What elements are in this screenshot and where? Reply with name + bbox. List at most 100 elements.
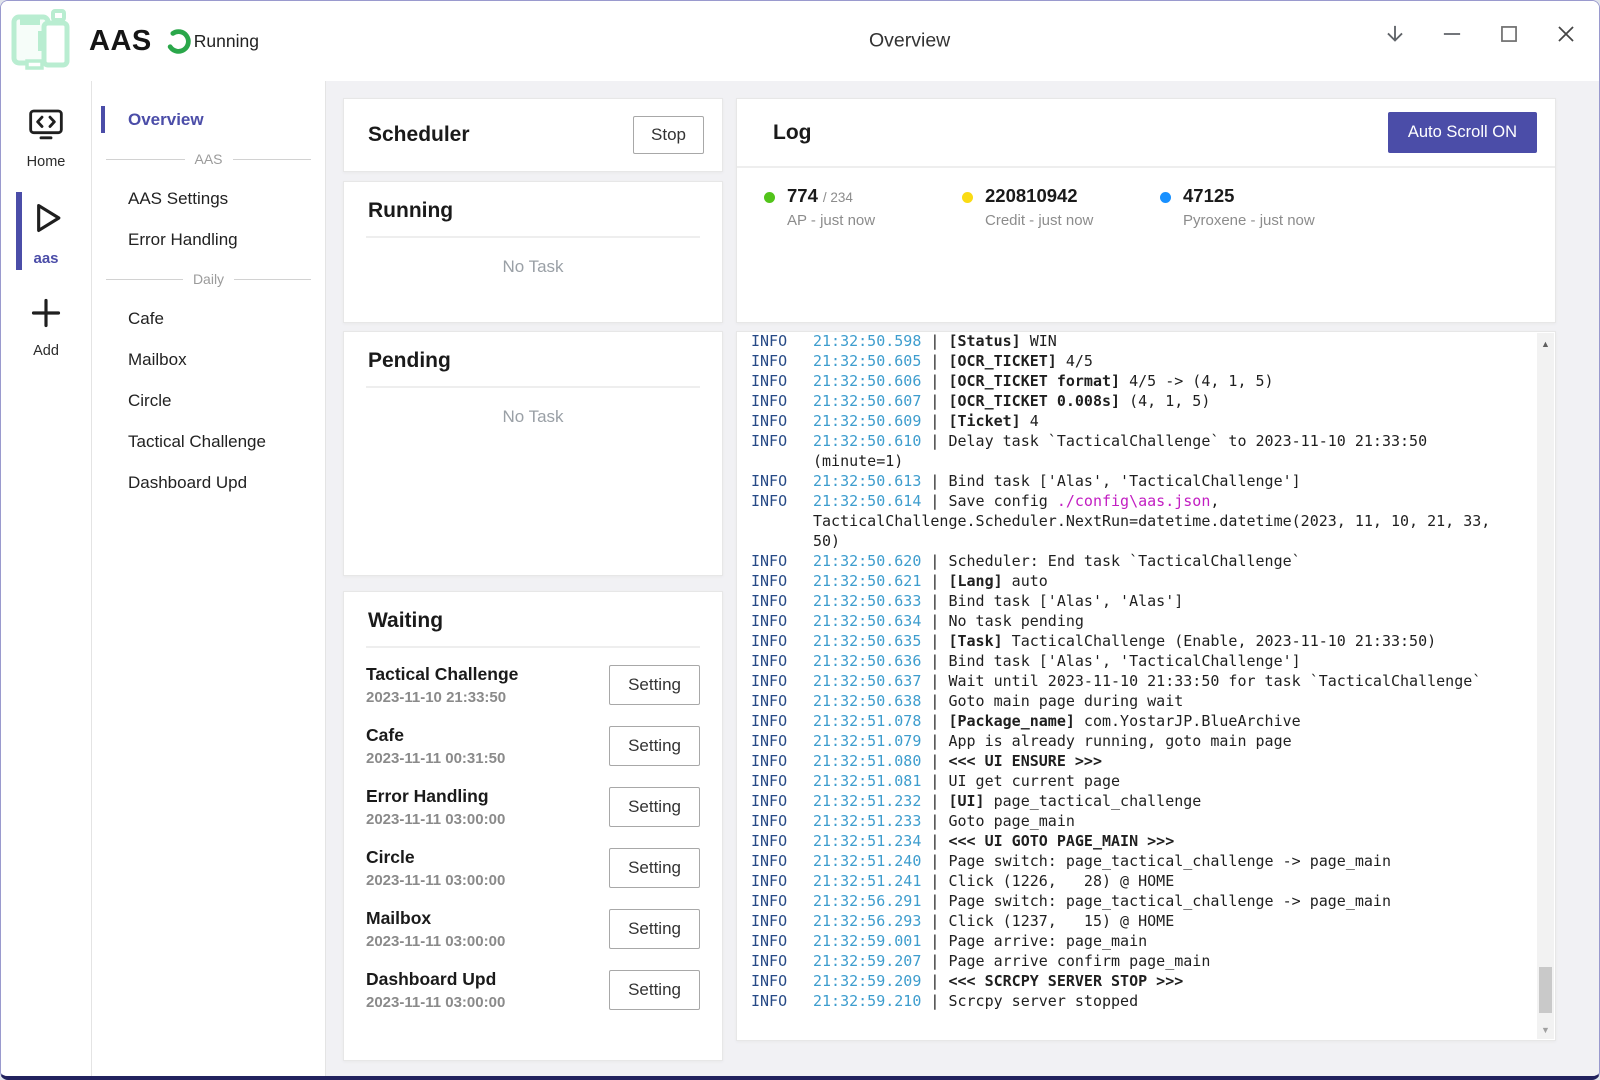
main-content: Scheduler Stop Running No Task Pending N…: [326, 81, 1599, 1076]
task-setting-button[interactable]: Setting: [609, 970, 700, 1010]
task-name: Error Handling: [366, 786, 505, 807]
log-entry: INFO21:32:50.635 | [Task] TacticalChalle…: [751, 631, 1497, 651]
log-entry: INFO21:32:50.607 | [OCR_TICKET 0.008s] (…: [751, 391, 1497, 411]
waiting-title: Waiting: [344, 592, 722, 646]
running-title: Running: [344, 182, 722, 236]
log-timestamp: 21:32:51.234: [813, 832, 921, 850]
log-level: INFO: [751, 591, 813, 611]
task-setting-button[interactable]: Setting: [609, 665, 700, 705]
log-title: Log: [773, 121, 811, 145]
waiting-task-list: Tactical Challenge 2023-11-10 21:33:50 Set…: [344, 648, 722, 1020]
log-scrollbar[interactable]: ▲ ▼: [1537, 333, 1554, 1039]
log-entry: INFO21:32:59.210 | Scrcpy server stopped: [751, 991, 1497, 1011]
code-monitor-icon: [26, 104, 66, 149]
rail-item-aas[interactable]: aas: [1, 187, 91, 275]
log-timestamp: 21:32:50.621: [813, 572, 921, 590]
task-setting-button[interactable]: Setting: [609, 909, 700, 949]
play-icon: [24, 196, 68, 245]
log-entry: INFO21:32:50.613 | Bind task ['Alas', 'T…: [751, 471, 1497, 491]
nav-item-label: Dashboard Upd: [128, 473, 247, 493]
scroll-down-arrow-icon[interactable]: ▼: [1537, 1022, 1554, 1038]
app-name: AAS: [89, 25, 152, 58]
minimize-icon[interactable]: [1438, 21, 1465, 48]
log-entry: INFO21:32:51.080 | <<< UI ENSURE >>>: [751, 751, 1497, 771]
scroll-thumb[interactable]: [1539, 967, 1552, 1013]
rail-item-add[interactable]: Add: [1, 284, 91, 367]
log-entry: INFO21:32:51.081 | UI get current page: [751, 771, 1497, 791]
log-timestamp: 21:32:50.606: [813, 372, 921, 390]
task-name: Tactical Challenge: [366, 664, 518, 685]
log-timestamp: 21:32:50.605: [813, 352, 921, 370]
log-card: Log Auto Scroll ON 774/ 234AP - just now…: [736, 98, 1556, 323]
status-indicator: Running: [165, 28, 259, 55]
nav-item-label: Circle: [128, 391, 171, 411]
auto-scroll-button[interactable]: Auto Scroll ON: [1388, 112, 1537, 153]
task-name: Dashboard Upd: [366, 969, 505, 990]
scroll-up-arrow-icon[interactable]: ▲: [1537, 336, 1554, 352]
log-timestamp: 21:32:59.001: [813, 932, 921, 950]
log-level: INFO: [751, 771, 813, 791]
task-next-run-time: 2023-11-11 03:00:00: [366, 872, 505, 889]
log-level: INFO: [751, 951, 813, 971]
download-arrow-icon[interactable]: [1381, 21, 1408, 48]
log-entry: INFO21:32:51.240 | Page switch: page_tac…: [751, 851, 1497, 871]
stat-dot-icon: [1160, 192, 1171, 203]
nav-item-cafe[interactable]: Cafe: [92, 298, 325, 339]
log-level: INFO: [751, 571, 813, 591]
task-setting-button[interactable]: Setting: [609, 726, 700, 766]
log-timestamp: 21:32:50.637: [813, 672, 921, 690]
close-icon[interactable]: [1552, 21, 1579, 48]
maximize-icon[interactable]: [1495, 21, 1522, 48]
log-entry: INFO21:32:51.233 | Goto page_main: [751, 811, 1497, 831]
nav-item-dashboard-upd[interactable]: Dashboard Upd: [92, 462, 325, 503]
log-level: INFO: [751, 631, 813, 651]
log-level: INFO: [751, 711, 813, 731]
nav-item-circle[interactable]: Circle: [92, 380, 325, 421]
nav-item-error-handling[interactable]: Error Handling: [92, 219, 325, 260]
task-next-run-time: 2023-11-10 21:33:50: [366, 689, 518, 706]
log-timestamp: 21:32:51.240: [813, 852, 921, 870]
waiting-task-row: Cafe2023-11-11 00:31:50Setting: [366, 715, 700, 776]
stop-button[interactable]: Stop: [633, 116, 704, 154]
log-level: INFO: [751, 671, 813, 691]
log-entry: INFO21:32:51.079 | App is already runnin…: [751, 731, 1497, 751]
log-level: INFO: [751, 691, 813, 711]
log-entry: INFO21:32:50.634 | No task pending: [751, 611, 1497, 631]
log-level: INFO: [751, 911, 813, 931]
stat-value: 220810942: [985, 185, 1078, 206]
log-timestamp: 21:32:50.620: [813, 552, 921, 570]
nav-item-mailbox[interactable]: Mailbox: [92, 339, 325, 380]
rail-item-label: Home: [27, 154, 66, 170]
task-name: Circle: [366, 847, 505, 868]
nav-item-aas-settings[interactable]: AAS Settings: [92, 178, 325, 219]
log-scroll-area[interactable]: INFO21:32:50.598 | [Status] WININFO21:32…: [736, 331, 1556, 1041]
rail-item-home[interactable]: Home: [1, 95, 91, 178]
nav-item-label: Overview: [128, 110, 204, 130]
log-lines: INFO21:32:50.598 | [Status] WININFO21:32…: [751, 331, 1497, 1011]
log-timestamp: 21:32:59.209: [813, 972, 921, 990]
log-timestamp: 21:32:50.634: [813, 612, 921, 630]
log-level: INFO: [751, 431, 813, 451]
task-name: Cafe: [366, 725, 505, 746]
running-spinner-icon: [165, 28, 192, 55]
task-setting-button[interactable]: Setting: [609, 848, 700, 888]
nav-section-divider: Daily: [92, 260, 325, 298]
task-next-run-time: 2023-11-11 03:00:00: [366, 933, 505, 950]
log-entry: INFO21:32:50.637 | Wait until 2023-11-10…: [751, 671, 1497, 691]
log-level: INFO: [751, 971, 813, 991]
log-level: INFO: [751, 891, 813, 911]
nav-item-overview[interactable]: Overview: [92, 99, 325, 140]
stat-value: 47125: [1183, 185, 1234, 206]
app-logo-icon: [10, 9, 74, 73]
activity-rail: Home aas Add: [1, 81, 92, 1076]
task-next-run-time: 2023-11-11 03:00:00: [366, 994, 505, 1011]
active-indicator-bar: [16, 192, 22, 270]
log-entry: INFO21:32:50.605 | [OCR_TICKET] 4/5: [751, 351, 1497, 371]
task-setting-button[interactable]: Setting: [609, 787, 700, 827]
log-timestamp: 21:32:50.636: [813, 652, 921, 670]
log-entry: INFO21:32:50.598 | [Status] WIN: [751, 331, 1497, 351]
stat-value: 774: [787, 185, 818, 206]
nav-item-tactical-challenge[interactable]: Tactical Challenge: [92, 421, 325, 462]
waiting-task-row: Mailbox2023-11-11 03:00:00Setting: [366, 898, 700, 959]
stat-label: Credit - just now: [985, 212, 1093, 229]
